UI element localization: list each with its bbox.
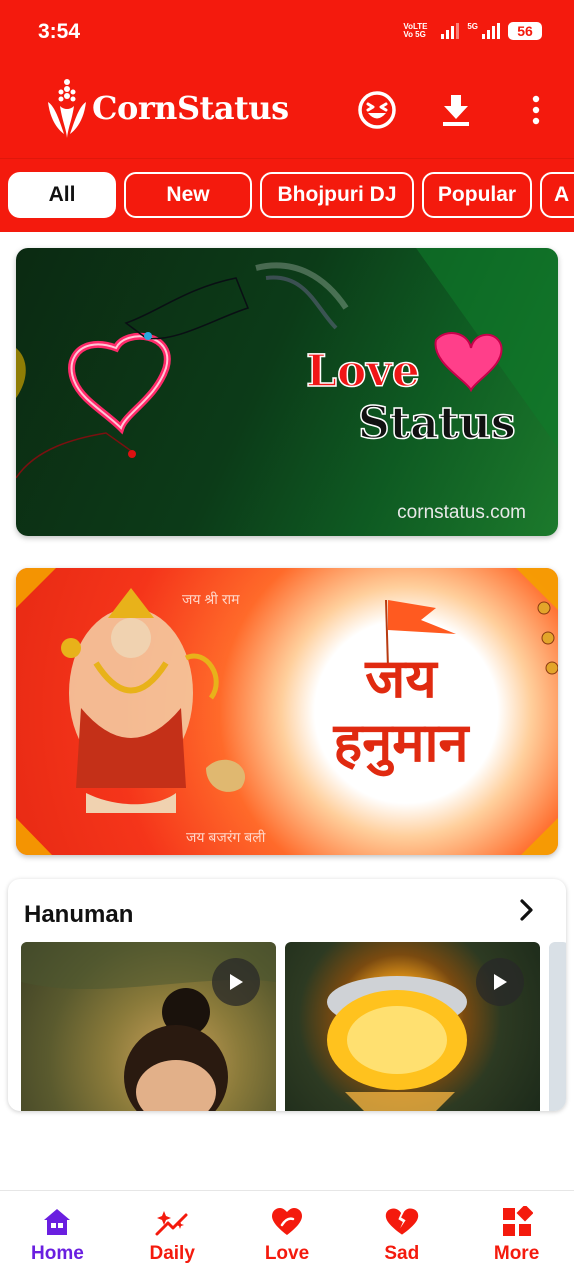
app-header: CornStatus [0, 62, 574, 158]
play-icon [230, 974, 243, 990]
nav-home[interactable]: Home [0, 1191, 115, 1280]
hanuman-banner-bottom-text: जय बजरंग बली [186, 829, 266, 845]
nav-label: Love [264, 1243, 310, 1264]
chip-popular[interactable]: Popular [422, 172, 532, 218]
chip-partial[interactable]: A [540, 172, 574, 218]
more-vertical-icon [532, 95, 540, 125]
chevron-right-icon [520, 899, 533, 921]
chip-all[interactable]: All [8, 172, 116, 218]
video-thumbnail[interactable] [21, 942, 276, 1111]
signal-icon-2 [482, 23, 500, 39]
love-banner-site: cornstatus.com [397, 502, 526, 523]
love-banner-art [16, 248, 558, 479]
app-root: 3:54 VoLTE Vo 5G 5G 56 CornStatus All Ne… [0, 0, 574, 1280]
section-title: Hanuman [24, 901, 134, 928]
volte-indicator: VoLTE Vo 5G [403, 22, 428, 39]
sparkle-icon [155, 1211, 188, 1236]
download-button[interactable] [434, 88, 478, 132]
status-time: 3:54 [38, 20, 81, 43]
hanuman-banner-top-text: जय श्री राम [182, 591, 240, 607]
nav-daily[interactable]: Daily [115, 1191, 230, 1280]
nav-label: Home [31, 1243, 84, 1264]
section-see-all-button[interactable] [510, 893, 544, 927]
nav-label: Daily [149, 1243, 195, 1264]
love-banner-title: Love [305, 345, 420, 398]
fiveg-indicator: 5G [467, 21, 478, 31]
signal-icon-1 [441, 23, 460, 39]
hanuman-section: Hanuman [8, 879, 566, 1111]
grid-icon [502, 1206, 533, 1236]
battery-icon: 56 [508, 22, 542, 40]
laughing-emoji-icon [358, 91, 396, 129]
love-banner-subtitle: Status [357, 397, 516, 450]
overflow-menu-button[interactable] [514, 88, 558, 132]
broken-heart-icon [385, 1208, 418, 1235]
nav-label: More [493, 1243, 540, 1264]
play-icon [494, 974, 507, 990]
download-icon [443, 95, 469, 126]
status-bar: 3:54 VoLTE Vo 5G 5G 56 [0, 0, 574, 62]
heart-icon [271, 1208, 302, 1235]
category-tabs: All New Bhojpuri DJ Popular A [0, 158, 574, 232]
emoji-button[interactable] [355, 88, 399, 132]
hanuman-banner-title: जय हनुमान [333, 646, 469, 774]
bottom-navigation: Home Daily Love Sad More [0, 1190, 574, 1280]
chip-new[interactable]: New [124, 172, 252, 218]
nav-label: Sad [384, 1243, 420, 1264]
nav-more[interactable]: More [459, 1191, 574, 1280]
play-button[interactable] [212, 958, 260, 1006]
play-button[interactable] [476, 958, 524, 1006]
video-thumbnail[interactable] [549, 942, 566, 1111]
app-name: CornStatus [92, 89, 289, 127]
nav-sad[interactable]: Sad [344, 1191, 459, 1280]
chip-bhojpuri-dj[interactable]: Bhojpuri DJ [260, 172, 414, 218]
corn-logo-icon [48, 79, 86, 138]
love-status-banner[interactable]: Love Status cornstatus.com [16, 248, 558, 536]
hanuman-banner[interactable]: जय श्री राम जय हनुमान जय बजरंग बली [16, 568, 558, 855]
app-logo[interactable]: CornStatus [44, 76, 289, 140]
video-thumbnail[interactable] [285, 942, 540, 1111]
nav-love[interactable]: Love [230, 1191, 345, 1280]
home-icon [44, 1209, 71, 1235]
status-icons: VoLTE Vo 5G 5G 56 [403, 22, 542, 40]
